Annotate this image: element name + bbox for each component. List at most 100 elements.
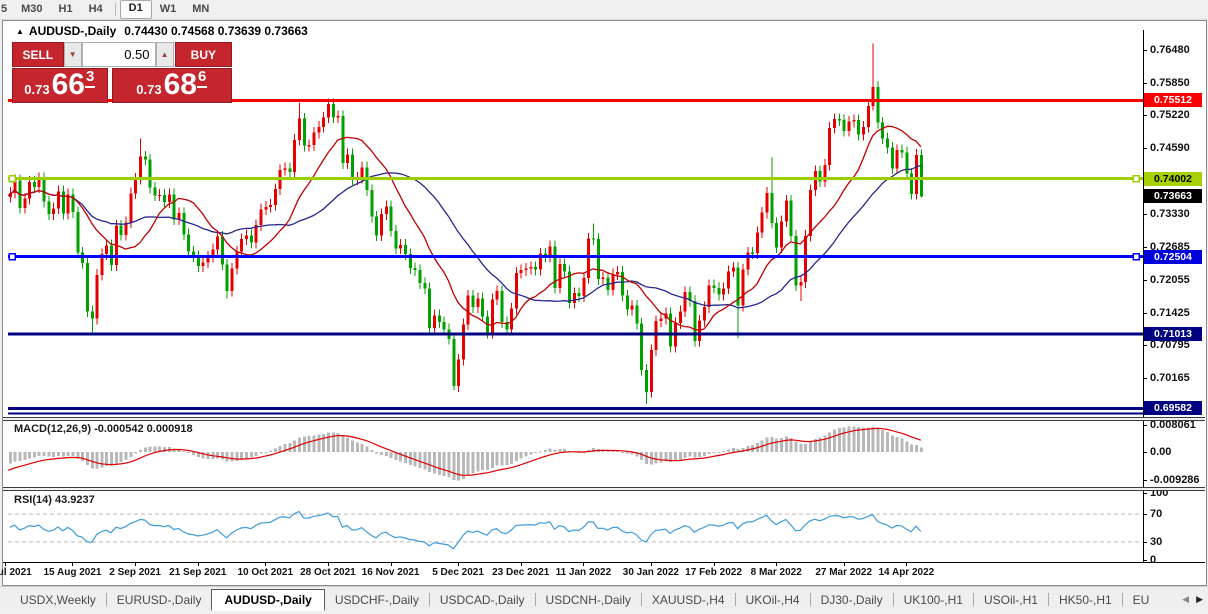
mt4-terminal: 5 M30 H1 H4 D1 W1 MN ▲ AUDUSD-,Daily 0.74430 0.7…	[0, 0, 1208, 614]
chart-tab-eurusd-daily[interactable]: EURUSD-,Daily	[107, 590, 212, 610]
rsi-tick	[1143, 541, 1147, 543]
buy-price-bigfigure: 0.73	[136, 82, 162, 97]
rsi-tick	[1143, 560, 1147, 561]
rsi-panel-surface[interactable]	[8, 491, 1143, 562]
date-tick	[197, 563, 199, 566]
chart-ohlc-values: 0.74430 0.74568 0.73639 0.73663	[124, 24, 308, 38]
chart-tab-ukoil-h4[interactable]: UKOil-,H4	[736, 590, 810, 610]
chart-tab-xauusd-h4[interactable]: XAUUSD-,H4	[642, 590, 735, 610]
price-badge: 0.72504	[1144, 249, 1202, 264]
rsi-tick	[1143, 514, 1147, 516]
chart-tab-bar: USDX,Weekly EURUSD-,Daily AUDUSD-,Daily USD…	[0, 586, 1208, 612]
volume-decrease-button[interactable]: ▼	[63, 42, 82, 67]
rsi-label: RSI(14) 43.9237	[14, 494, 95, 506]
price-tick-label: 0.76480	[1150, 44, 1190, 56]
sell-price-bigfigure: 0.73	[24, 82, 50, 97]
arrow-down-icon: ▼	[68, 50, 77, 59]
date-tick	[906, 563, 908, 566]
price-badge: 0.75512	[1144, 93, 1202, 108]
price-tick-label: 0.74590	[1150, 142, 1190, 155]
price-tick-label: 0.71425	[1150, 306, 1190, 319]
date-tick	[135, 563, 137, 566]
date-tick-label: 14 Apr 2022	[878, 567, 935, 578]
timeframe-button-d1[interactable]: D1	[119, 0, 152, 19]
date-tick	[458, 563, 460, 566]
sell-price-button[interactable]: 0.73 66 3	[12, 68, 108, 103]
timeframe-button-m5[interactable]: 5	[0, 1, 13, 18]
price-tick	[1143, 115, 1147, 117]
price-badge: 0.74002	[1144, 171, 1202, 186]
price-tick-label: 0.72055	[1150, 273, 1190, 286]
timeframe-button-w1[interactable]: W1	[152, 1, 185, 18]
arrow-up-icon: ▲	[160, 50, 169, 59]
rsi-tick-label: 70	[1150, 508, 1163, 521]
price-tick	[1143, 213, 1147, 215]
price-tick	[1143, 247, 1147, 249]
date-tick	[713, 563, 715, 566]
timeframe-button-m30[interactable]: M30	[13, 1, 50, 18]
price-tick	[1143, 345, 1147, 347]
chart-tab-eu[interactable]: EU	[1123, 590, 1160, 610]
price-tick	[1143, 82, 1147, 84]
sell-price-pips: 66	[51, 68, 85, 101]
buy-price-pips: 68	[163, 68, 197, 101]
buy-price-button[interactable]: 0.73 68 6	[111, 68, 232, 103]
date-tick-label: 8 Mar 2022	[750, 567, 802, 578]
price-tick-label: 0.73330	[1150, 207, 1190, 220]
tabs-scroll-left-icon[interactable]: ◀	[1182, 594, 1189, 605]
macd-pane-divider[interactable]	[3, 417, 1205, 421]
chart-tab-dj30-daily[interactable]: DJ30-,Daily	[811, 590, 893, 610]
chart-symbol-label: AUDUSD-,Daily	[28, 24, 117, 38]
date-tick-label: 16 Nov 2021	[361, 567, 420, 578]
volume-input[interactable]: 0.50	[81, 42, 156, 67]
timeframe-toolbar: 5 M30 H1 H4 D1 W1 MN	[0, 0, 1208, 20]
volume-increase-button[interactable]: ▲	[155, 42, 174, 67]
price-tick	[1143, 312, 1147, 314]
chart-tab-usdcad-daily[interactable]: USDCAD-,Daily	[430, 590, 535, 610]
rsi-line	[9, 510, 922, 550]
macd-tick-label: 0.00	[1150, 445, 1172, 458]
price-tick-label: 0.75850	[1150, 76, 1190, 89]
date-tick-label: 21 Sep 2021	[169, 567, 227, 578]
price-badge: 0.71013	[1144, 326, 1202, 341]
tabs-scroll-right-icon[interactable]: ▶	[1196, 594, 1203, 605]
chart-tab-hk50-h1[interactable]: HK50-,H1	[1049, 590, 1122, 610]
chart-tab-usdcnh-daily[interactable]: USDCNH-,Daily	[536, 590, 641, 610]
date-tick	[72, 563, 74, 566]
date-tick	[583, 563, 585, 566]
price-tick	[1143, 148, 1147, 150]
timeframe-button-h4[interactable]: H4	[81, 1, 111, 18]
buy-button[interactable]: BUY	[174, 42, 232, 67]
time-axis-line	[3, 562, 1205, 563]
date-tick	[265, 563, 267, 566]
price-axis-line	[1143, 30, 1144, 562]
macd-tick-label: -0.009286	[1150, 474, 1200, 486]
chart-title: ▲ AUDUSD-,Daily 0.74430 0.74568 0.73639 0.…	[16, 24, 308, 38]
chart-tab-usdx-weekly[interactable]: USDX,Weekly	[10, 590, 106, 610]
buy-price-point: 6	[196, 68, 208, 88]
date-tick	[843, 563, 845, 566]
toolbar-separator	[114, 3, 116, 16]
date-tick	[776, 563, 778, 566]
date-tick	[5, 563, 6, 566]
chart-tab-audusd-daily[interactable]: AUDUSD-,Daily	[211, 588, 325, 611]
symbol-marker-icon: ▲	[16, 27, 24, 36]
horizontal-level-lines[interactable]	[8, 98, 1143, 415]
macd-tick	[1143, 425, 1147, 427]
rsi-tick-label: 30	[1150, 535, 1163, 548]
price-tick	[1143, 378, 1147, 379]
macd-tick	[1143, 451, 1147, 453]
sell-button[interactable]: SELL	[12, 42, 64, 67]
price-tick-label: 0.70795	[1150, 339, 1190, 352]
chart-tab-usdchf-daily[interactable]: USDCHF-,Daily	[325, 590, 429, 610]
macd-tick	[1143, 480, 1147, 481]
date-tick	[650, 563, 652, 566]
chart-tab-usoil-h1[interactable]: USOil-,H1	[974, 590, 1048, 610]
price-tick	[1143, 279, 1147, 281]
timeframe-button-mn[interactable]: MN	[184, 1, 217, 18]
rsi-pane-divider[interactable]	[3, 487, 1205, 491]
price-tick	[1143, 50, 1147, 51]
timeframe-button-h1[interactable]: H1	[51, 1, 81, 18]
one-click-trade-panel: SELL ▼ 0.50 ▲ BUY 0.73 66 3 0.73 68 6	[12, 42, 232, 103]
chart-tab-uk100-h1[interactable]: UK100-,H1	[894, 590, 973, 610]
